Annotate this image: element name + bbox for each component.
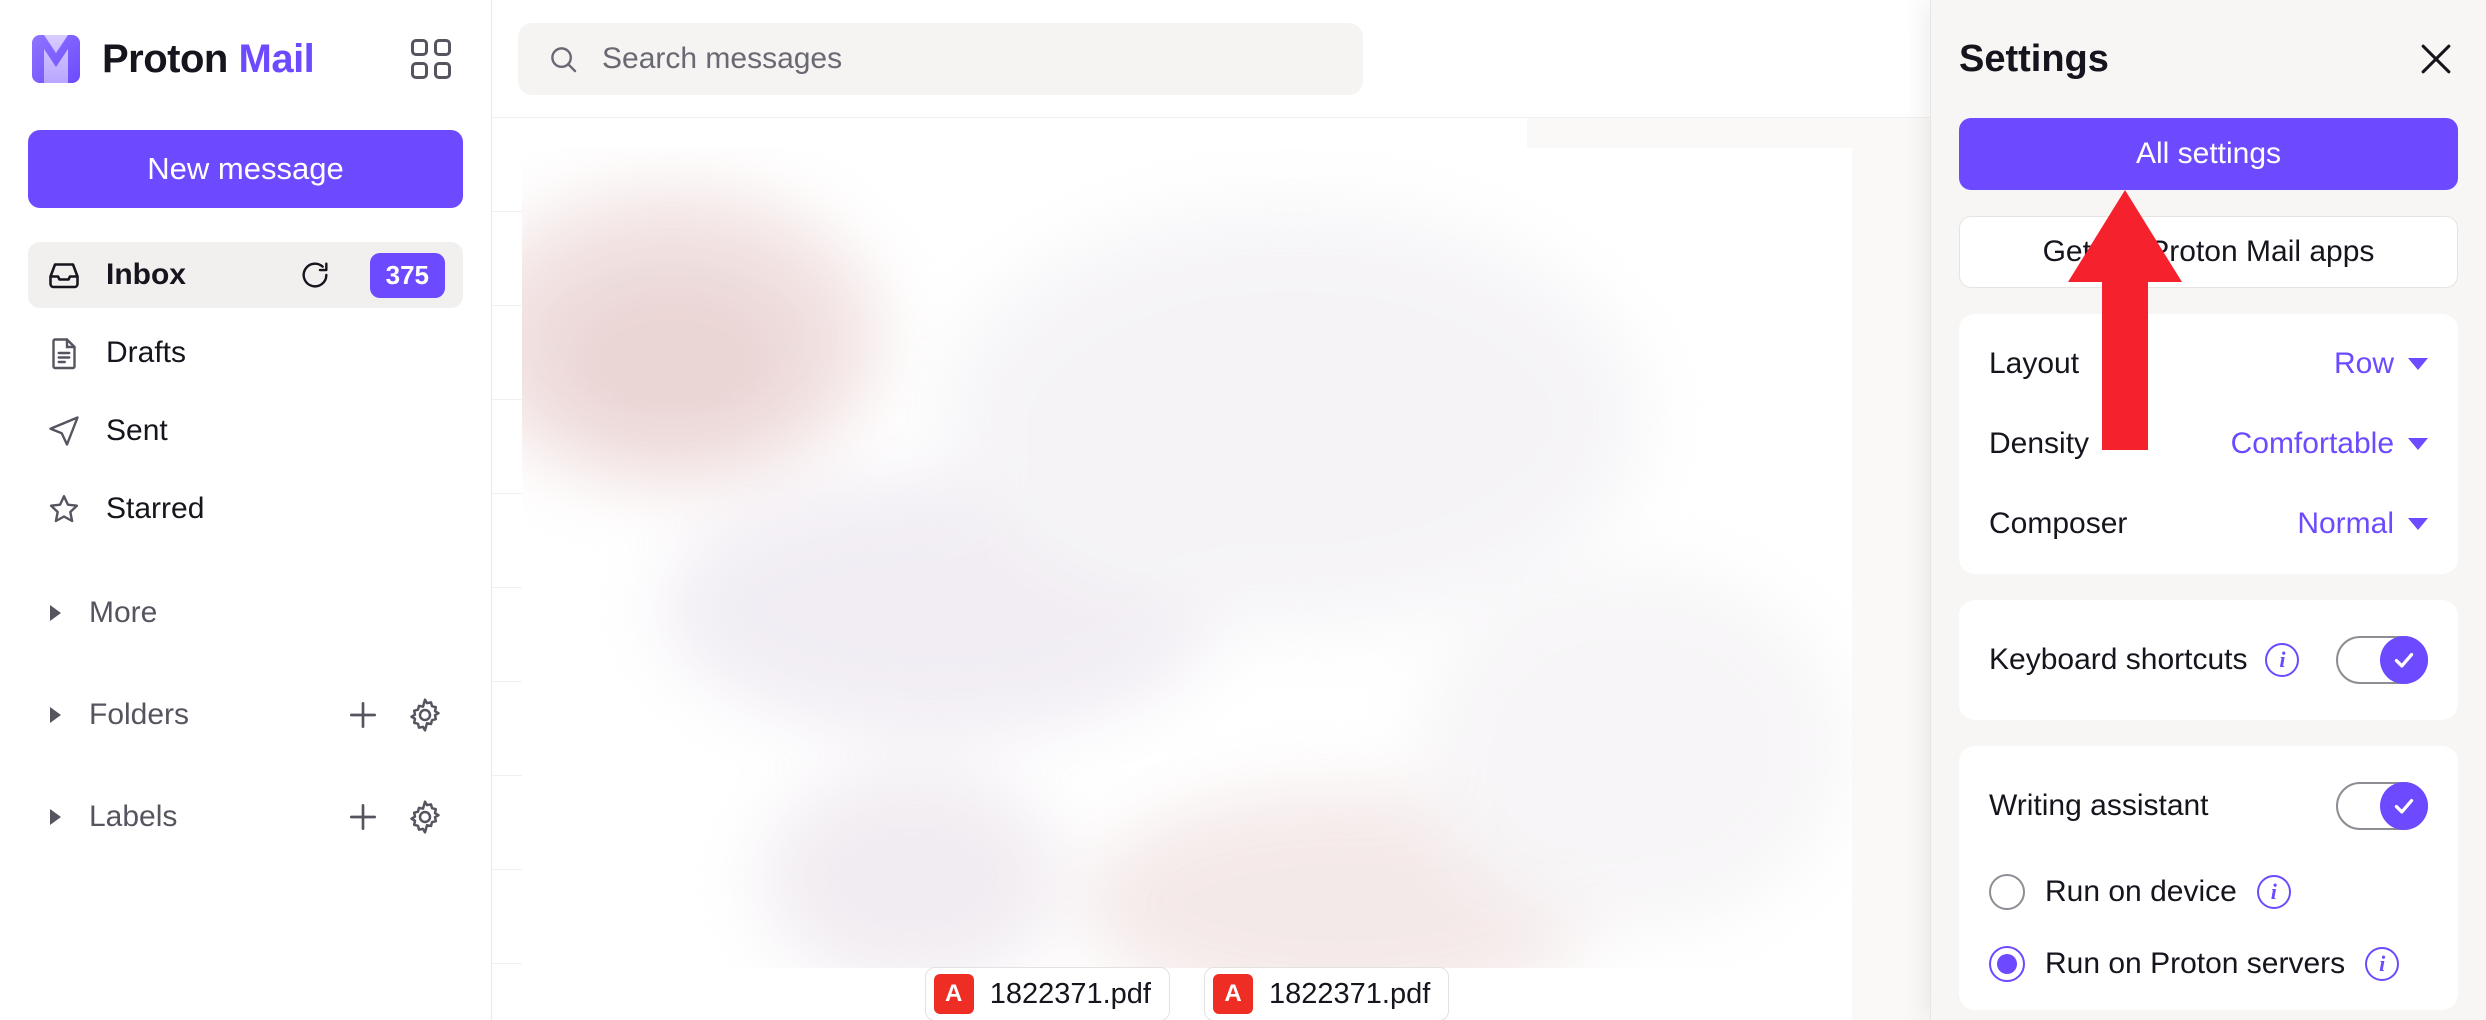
sidebar-item-starred[interactable]: Starred [28,476,463,542]
proton-mail-logo-icon [32,35,80,83]
chevron-right-icon [50,707,61,723]
sidebar-group-label: Folders [89,698,190,731]
writing-assistant-row: Writing assistant [1989,756,2428,856]
chevron-down-icon [2408,518,2428,530]
check-icon [2394,652,2414,668]
option-label: Composer [1989,507,2128,540]
apps-grid-icon[interactable] [405,33,457,85]
brand-name-mail: Mail [238,36,315,81]
attachment-chip[interactable]: A 1822371.pdf [924,967,1170,1020]
brand-title: Proton Mail [102,36,315,82]
sidebar-group-label: More [89,596,158,629]
radio-button[interactable] [1989,946,2025,982]
option-value: Comfortable [2230,427,2394,460]
info-icon[interactable]: i [2365,947,2400,981]
info-icon[interactable]: i [2256,875,2291,909]
radio-button[interactable] [1989,874,2025,910]
keyboard-shortcuts-card: Keyboard shortcuts i [1959,600,2458,720]
sidebar-item-label: Drafts [106,336,187,369]
composer-option-row[interactable]: Composer Normal [1989,484,2428,564]
composer-dropdown[interactable]: Normal [2297,507,2428,541]
apps-grid-cell [411,39,428,56]
apps-grid-cell [434,62,451,79]
search-placeholder: Search messages [602,41,843,75]
sidebar-item-drafts[interactable]: Drafts [28,320,463,386]
option-value: Normal [2297,507,2394,540]
brand[interactable]: Proton Mail [28,31,315,87]
apps-grid-cell [411,62,428,79]
keyboard-shortcuts-label-group: Keyboard shortcuts i [1989,643,2300,677]
all-settings-button[interactable]: All settings [1959,118,2458,190]
layout-dropdown[interactable]: Row [2334,347,2428,381]
refresh-icon[interactable] [298,258,332,292]
keyboard-shortcuts-toggle[interactable] [2336,636,2428,684]
sidebar-group-label: Labels [89,800,178,833]
attachment-bar: A 1822371.pdf A 1822371.pdf [522,967,1852,1020]
chevron-right-icon [50,809,61,825]
sidebar-group-folders[interactable]: Folders [28,682,463,748]
close-icon[interactable] [2414,37,2458,81]
inbox-icon [49,263,79,289]
toggle-knob [2380,636,2428,684]
settings-header: Settings [1959,0,2458,118]
pdf-icon: A [933,974,974,1014]
option-label: Density [1989,427,2090,460]
chevron-down-icon [2408,358,2428,370]
sidebar-group-labels[interactable]: Labels [28,784,463,850]
page-title: Settings [1959,37,2109,80]
sidebar: Proton Mail New message Inbox 375 Drafts… [0,0,492,1020]
writing-assistant-toggle[interactable] [2336,782,2428,830]
radio-label: Run on device [2045,875,2237,908]
get-proton-mail-apps-button[interactable]: Get the Proton Mail apps [1959,216,2458,288]
settings-panel: Settings All settings Get the Proton Mai… [1930,0,2486,1020]
plus-icon[interactable] [343,797,383,837]
drafts-icon [52,338,76,370]
apps-grid-cell [434,39,451,56]
attachment-chip[interactable]: A 1822371.pdf [1204,967,1450,1020]
brand-row: Proton Mail [28,0,463,118]
attachment-name: 1822371.pdf [989,977,1151,1010]
brand-name-proton: Proton [102,36,228,81]
inbox-unread-badge: 375 [369,252,445,298]
view-options-card: Layout Row Density Comfortable Composer … [1959,314,2458,574]
option-value: Row [2333,347,2394,380]
writing-assistant-card: Writing assistant Run on device i Run on… [1959,746,2458,1010]
sidebar-item-label: Sent [106,414,168,447]
toggle-knob [2380,782,2428,830]
check-icon [2394,798,2414,814]
density-dropdown[interactable]: Comfortable [2231,427,2428,461]
info-icon[interactable]: i [2265,643,2300,677]
chevron-right-icon [50,605,61,621]
search-input[interactable]: Search messages [518,22,1363,95]
option-label: Layout [1989,347,2080,380]
star-icon [49,495,79,523]
pdf-icon: A [1213,974,1253,1014]
proton-mail-window: Proton Mail New message Inbox 375 Drafts… [0,0,2486,1020]
run-on-device-option[interactable]: Run on device i [1989,856,2428,928]
option-label: Writing assistant [1989,789,2209,822]
gear-icon[interactable] [405,695,445,735]
run-on-proton-servers-option[interactable]: Run on Proton servers i [1989,928,2428,1000]
layout-option-row[interactable]: Layout Row [1989,324,2428,404]
keyboard-shortcuts-row: Keyboard shortcuts i [1989,610,2428,710]
sidebar-item-label: Starred [106,492,205,525]
sidebar-group-more[interactable]: More [28,580,463,646]
new-message-button[interactable]: New message [28,130,463,208]
search-icon [551,46,577,72]
blurred-message-content [522,148,1852,1020]
option-label: Keyboard shortcuts [1989,643,2248,676]
sidebar-item-label: Inbox [106,258,186,291]
density-option-row[interactable]: Density Comfortable [1989,404,2428,484]
chevron-down-icon [2408,438,2428,450]
sidebar-item-inbox[interactable]: Inbox 375 [28,242,463,308]
gear-icon[interactable] [405,797,445,837]
plus-icon[interactable] [343,695,383,735]
sent-icon [49,416,79,446]
radio-label: Run on Proton servers [2045,947,2346,980]
message-reading-pane[interactable] [522,148,1852,1020]
attachment-name: 1822371.pdf [1269,977,1431,1010]
sidebar-item-sent[interactable]: Sent [28,398,463,464]
